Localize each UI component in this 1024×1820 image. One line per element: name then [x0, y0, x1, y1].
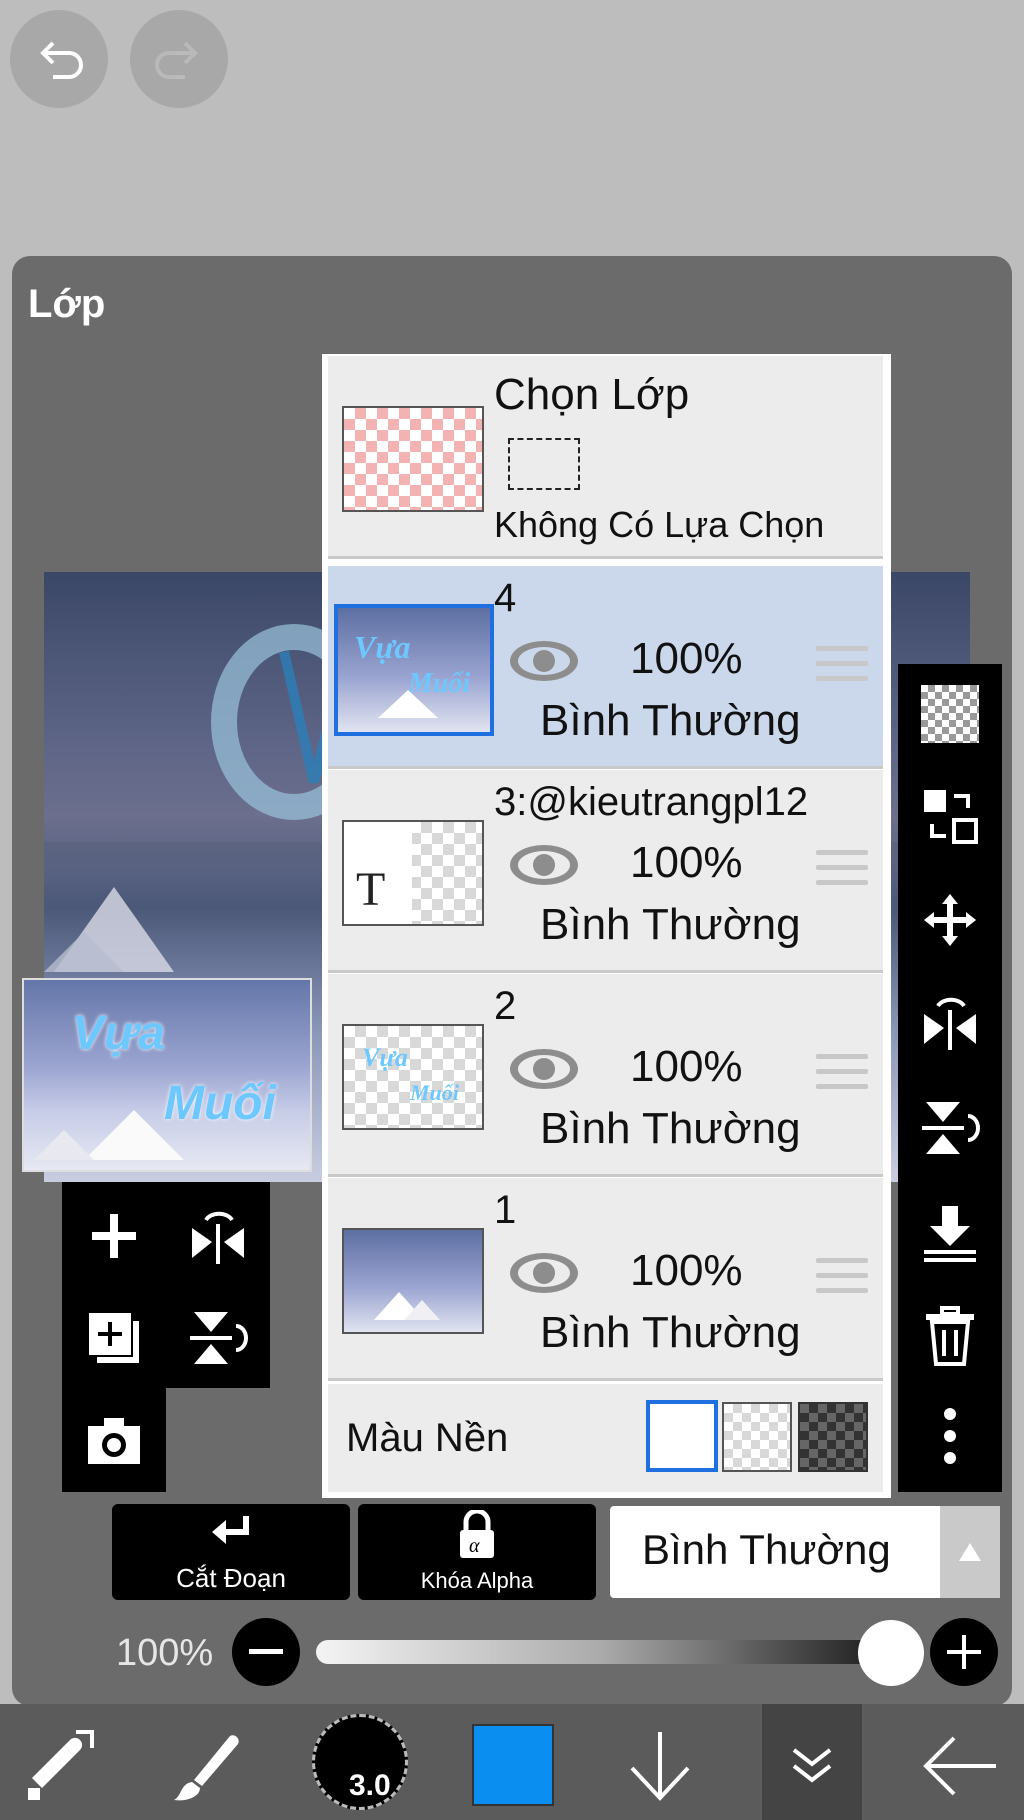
alpha-lock-button[interactable]: α Khóa Alpha: [358, 1504, 596, 1600]
flip-vertical-icon[interactable]: [920, 1098, 980, 1158]
undo-button[interactable]: [10, 10, 108, 108]
layer-thumbnail: [342, 1228, 484, 1334]
alpha-lock-label: Khóa Alpha: [420, 1568, 534, 1593]
clip-button[interactable]: Cắt Đoạn: [112, 1504, 350, 1600]
brush-size-indicator[interactable]: 3.0: [312, 1714, 408, 1810]
opacity-label: 100%: [116, 1632, 214, 1674]
current-color-swatch[interactable]: [472, 1724, 554, 1806]
svg-text:α: α: [469, 1535, 480, 1557]
undo-icon: [40, 41, 83, 79]
opacity-slider-thumb[interactable]: [858, 1620, 924, 1686]
svg-text:Muối: Muối: [407, 668, 470, 699]
back-arrow-icon[interactable]: [920, 1728, 1000, 1809]
minus-icon: [249, 1649, 283, 1654]
layer-blend-mode: Bình Thường: [540, 900, 801, 949]
blend-mode-value: Bình Thường: [642, 1526, 891, 1573]
opacity-decrease-button[interactable]: [232, 1618, 300, 1686]
svg-text:Vựa: Vựa: [354, 629, 411, 665]
checker-icon[interactable]: [920, 684, 980, 744]
layer-thumbnail: Vựa Muối: [334, 604, 494, 736]
layer-row-1[interactable]: 1 100% Bình Thường: [328, 1178, 883, 1381]
layer-blend-mode: Bình Thường: [540, 1308, 801, 1357]
text-layer-icon: T: [356, 863, 386, 916]
layer-name: 1: [494, 1188, 517, 1232]
canvas-thumbnail[interactable]: Vựa Muối: [22, 978, 312, 1172]
swap-layers-icon[interactable]: [920, 786, 980, 846]
eye-icon[interactable]: [508, 1250, 580, 1296]
opacity-slider-track[interactable]: [316, 1640, 888, 1664]
clip-arrow-icon: [212, 1516, 249, 1558]
layer-name: 2: [494, 984, 517, 1028]
layer-row-4[interactable]: Vựa Muối 4 100% Bình Thường: [328, 566, 883, 769]
blend-mode-select[interactable]: Bình Thường: [610, 1506, 1000, 1598]
background-white-swatch[interactable]: [646, 1400, 718, 1472]
selection-subtitle: Không Có Lựa Chọn: [494, 504, 825, 545]
camera-icon[interactable]: [84, 1410, 144, 1475]
layer-blend-mode: Bình Thường: [540, 696, 801, 745]
drag-handle-icon[interactable]: [816, 646, 868, 691]
layer-thumbnail: Vựa Muối: [342, 1024, 484, 1130]
layer-opacity: 100%: [630, 634, 743, 683]
more-options-icon[interactable]: [920, 1406, 980, 1466]
trash-icon[interactable]: [920, 1306, 980, 1366]
brush-size-value: 3.0: [349, 1769, 391, 1802]
move-icon[interactable]: [920, 890, 980, 950]
background-dark-swatch[interactable]: [798, 1402, 868, 1472]
layers-list: Chọn Lớp Không Có Lựa Chọn Vựa Muối 4 100…: [322, 354, 891, 1498]
redo-button[interactable]: [130, 10, 228, 108]
clip-label: Cắt Đoạn: [176, 1563, 286, 1593]
redo-icon: [155, 41, 198, 79]
layer-thumbnail: T: [342, 820, 484, 926]
left-toolbar: [62, 1182, 270, 1492]
triangle-up-icon: [959, 1543, 981, 1561]
panel-title: Lớp: [28, 282, 106, 326]
eye-icon[interactable]: [508, 842, 580, 888]
opacity-increase-button[interactable]: [930, 1618, 998, 1686]
layer-row-3[interactable]: T 3:@kieutrangpl12 100% Bình Thường: [328, 770, 883, 973]
selection-marquee-icon: [508, 438, 580, 490]
blend-dropdown-toggle[interactable]: [940, 1506, 1000, 1598]
layer-opacity: 100%: [630, 838, 743, 887]
right-toolbar: [898, 664, 1002, 1492]
selection-title: Chọn Lớp: [494, 370, 690, 419]
flip-layer-horizontal-icon[interactable]: [188, 1206, 248, 1271]
drag-handle-icon[interactable]: [816, 1054, 868, 1099]
add-layer-icon[interactable]: [84, 1206, 144, 1271]
drag-handle-icon[interactable]: [816, 1258, 868, 1303]
layer-2-art: VựaMuối: [362, 1043, 460, 1105]
svg-text:Muối: Muối: [409, 1080, 460, 1105]
layer-name: 3:@kieutrangpl12: [494, 780, 809, 824]
brush-tool-icon[interactable]: [170, 1728, 246, 1809]
layer-row-2[interactable]: Vựa Muối 2 100% Bình Thường: [328, 974, 883, 1177]
selection-layer-row[interactable]: Chọn Lớp Không Có Lựa Chọn: [328, 356, 883, 559]
background-color-row: Màu Nền: [328, 1384, 883, 1492]
lock-icon: α: [460, 1510, 494, 1558]
arrow-down-icon[interactable]: [622, 1728, 698, 1809]
layer-4-art: VựaMuối: [354, 629, 470, 718]
transform-tool-icon[interactable]: [24, 1728, 100, 1809]
svg-text:Vựa: Vựa: [362, 1043, 408, 1072]
flip-layer-vertical-icon[interactable]: [188, 1308, 248, 1373]
plus-icon: [947, 1635, 981, 1669]
drag-handle-icon[interactable]: [816, 850, 868, 895]
eye-icon[interactable]: [508, 1046, 580, 1092]
layer-opacity: 100%: [630, 1246, 743, 1295]
layers-button[interactable]: [762, 1704, 862, 1820]
thumbnail-word-1: Vựa: [72, 1007, 165, 1060]
salt-mounds: [34, 1110, 184, 1160]
layer-opacity: 100%: [630, 1042, 743, 1091]
layer-name: 4: [494, 576, 517, 620]
flip-horizontal-icon[interactable]: [920, 994, 980, 1054]
duplicate-layer-icon[interactable]: [84, 1308, 144, 1373]
eye-icon[interactable]: [508, 638, 580, 684]
bottom-toolbar: 3.0: [0, 1704, 1024, 1820]
double-chevron-down-icon: [792, 1748, 832, 1783]
selection-thumbnail: [342, 406, 484, 512]
merge-down-icon[interactable]: [920, 1202, 980, 1262]
background-transparent-swatch[interactable]: [722, 1402, 792, 1472]
layer-1-art: [374, 1292, 440, 1320]
background-label: Màu Nền: [346, 1416, 509, 1460]
layer-blend-mode: Bình Thường: [540, 1104, 801, 1153]
